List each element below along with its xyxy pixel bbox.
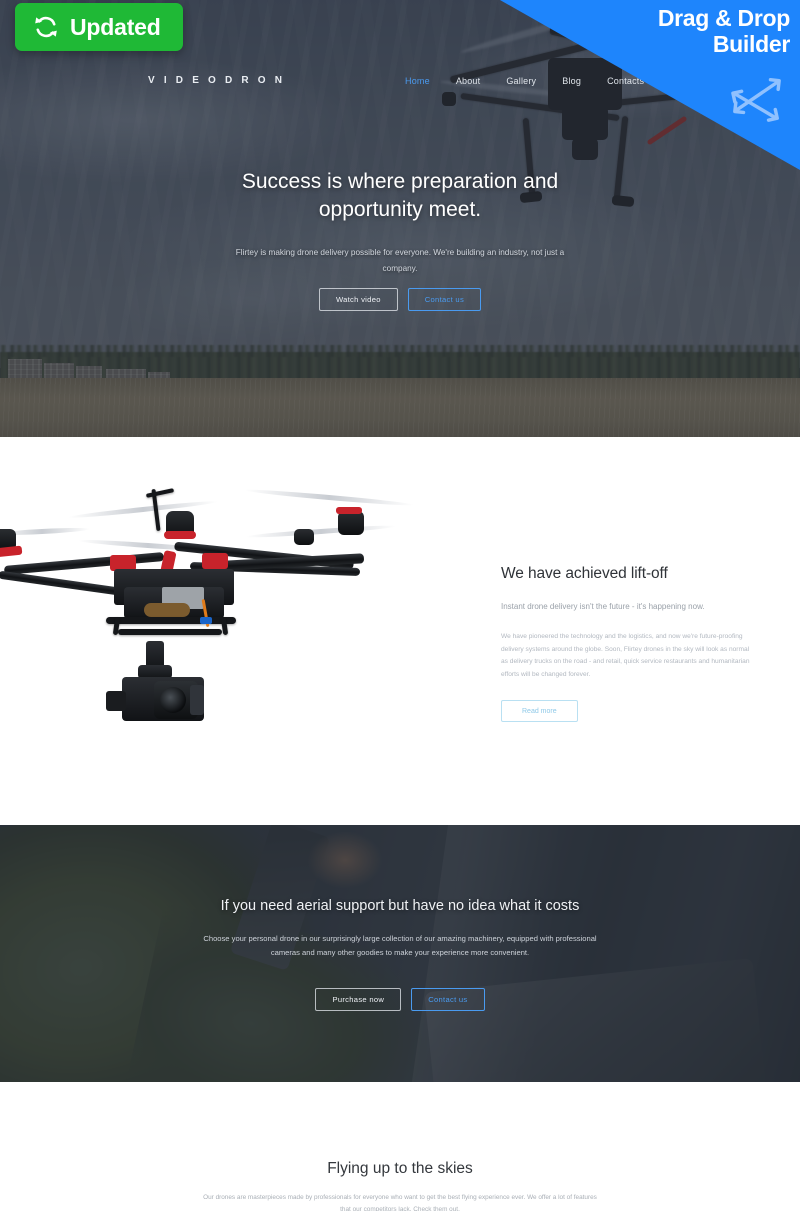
liftoff-lead: Instant drone delivery isn't the future … — [501, 602, 705, 611]
hero-copy: Success is where preparation and opportu… — [0, 168, 800, 276]
purchase-now-button[interactable]: Purchase now — [315, 988, 402, 1011]
nav-item-home[interactable]: Home — [405, 76, 430, 86]
nav-item-gallery[interactable]: Gallery — [506, 76, 536, 86]
refresh-sync-icon — [35, 16, 57, 38]
aerial-contact-us-button[interactable]: Contact us — [411, 988, 485, 1011]
hero-contact-us-button[interactable]: Contact us — [407, 288, 482, 311]
flying-section: Flying up to the skies Our drones are ma… — [0, 1082, 800, 1211]
updated-badge: Updated — [15, 3, 183, 51]
aerial-copy: If you need aerial support but have no i… — [0, 898, 800, 959]
hero-button-row: Watch video Contact us — [0, 288, 800, 311]
aerial-subtitle: Choose your personal drone in our surpri… — [203, 934, 597, 957]
liftoff-copy: We have achieved lift-off Instant drone … — [501, 565, 751, 723]
aerial-button-row: Purchase now Contact us — [0, 988, 800, 1011]
site-logo[interactable]: V I D E O D R O N — [148, 75, 285, 86]
template-preview-page: V I D E O D R O N Home About Gallery Blo… — [0, 0, 800, 1211]
aerial-support-section: If you need aerial support but have no i… — [0, 825, 800, 1082]
nav-item-contacts[interactable]: Contacts — [607, 76, 644, 86]
read-more-button[interactable]: Read more — [501, 700, 578, 723]
hero-section: V I D E O D R O N Home About Gallery Blo… — [0, 0, 800, 437]
main-navigation: Home About Gallery Blog Contacts — [405, 76, 644, 86]
flying-subtitle: Our drones are masterpieces made by prof… — [203, 1194, 597, 1211]
liftoff-section: We have achieved lift-off Instant drone … — [0, 437, 800, 825]
liftoff-title: We have achieved lift-off — [501, 565, 668, 582]
liftoff-body: We have pioneered the technology and the… — [501, 632, 750, 679]
hero-title: Success is where preparation and opportu… — [241, 170, 559, 221]
hero-subtitle: Flirtey is making drone delivery possibl… — [235, 248, 565, 273]
updated-badge-label: Updated — [70, 13, 161, 40]
watch-video-button[interactable]: Watch video — [318, 288, 398, 311]
nav-item-about[interactable]: About — [456, 76, 481, 86]
aerial-title: If you need aerial support but have no i… — [220, 898, 580, 914]
drone-product-image — [0, 459, 464, 749]
flying-title: Flying up to the skies — [327, 1160, 473, 1177]
nav-item-blog[interactable]: Blog — [562, 76, 581, 86]
site-header — [0, 62, 800, 102]
